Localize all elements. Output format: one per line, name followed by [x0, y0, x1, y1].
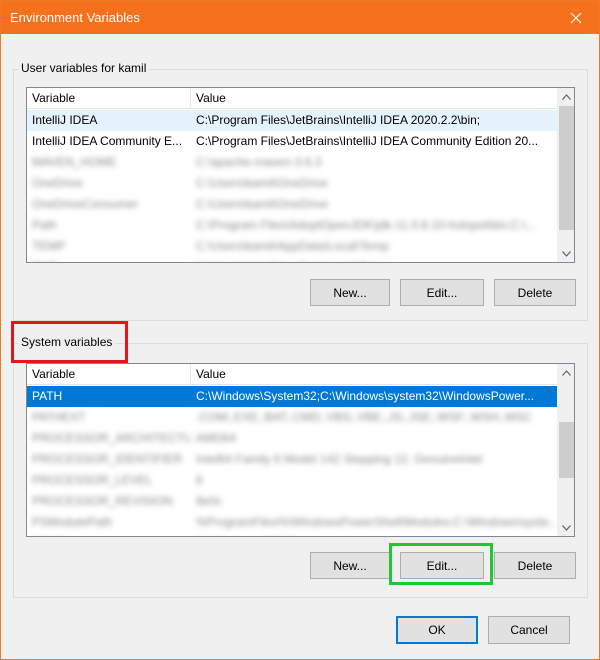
green-highlight-box	[389, 543, 493, 585]
system-new-button[interactable]: New...	[310, 552, 390, 579]
variable-value-cell: C:\Program Files\JetBrains\IntelliJ IDEA…	[196, 134, 539, 148]
system-list-scrollbar[interactable]	[557, 364, 574, 536]
variable-name-cell: IntelliJ IDEA	[32, 113, 98, 127]
environment-variables-dialog: Environment Variables User variables for…	[0, 0, 600, 660]
variable-value-cell: C:\Users\kamil\OneDrive	[196, 197, 329, 211]
table-row[interactable]: PROCESSOR_IDENTIFIER Intel64 Family 6 Mod…	[27, 449, 558, 470]
table-row[interactable]: PSModulePath %ProgramFiles%\WindowsPowerS…	[27, 512, 558, 533]
column-header-value[interactable]: Value	[191, 88, 561, 109]
table-row[interactable]: MAVEN_HOME C:\apache-maven-3.6.3	[27, 152, 558, 173]
variable-name-cell: PATHEXT	[32, 410, 86, 424]
scroll-up-button[interactable]	[558, 88, 574, 105]
scroll-thumb[interactable]	[559, 422, 574, 478]
user-new-button[interactable]: New...	[310, 279, 390, 306]
window-title: Environment Variables	[10, 10, 140, 25]
column-header-variable[interactable]: Variable	[27, 88, 191, 109]
table-row[interactable]: OneDrive C:\Users\kamil\OneDrive	[27, 173, 558, 194]
user-list-scrollbar[interactable]	[557, 88, 574, 262]
scroll-down-button[interactable]	[558, 519, 574, 536]
variable-name-cell: TMP	[27, 257, 191, 262]
variable-value-cell: 6	[196, 473, 203, 487]
table-row[interactable]: TEMP C:\Users\kamil\AppData\Local\Temp	[27, 236, 558, 257]
chevron-down-icon	[562, 250, 571, 257]
title-bar[interactable]: Environment Variables	[1, 1, 599, 34]
user-delete-button[interactable]: Delete	[494, 279, 576, 306]
variable-value-cell: C:\Users\kamil\OneDrive	[196, 176, 329, 190]
system-variables-list[interactable]: Variable Value PATH C:\Windows\System32;C…	[26, 363, 575, 537]
variable-name-cell: MAVEN_HOME	[32, 155, 117, 169]
variable-name-cell: Path	[32, 218, 57, 232]
variable-name-cell: PROCESSOR_ARCHITECTU...	[32, 431, 191, 445]
table-row[interactable]: TEMPC:\Windows\TEMP	[27, 533, 558, 536]
variable-value-cell: 8e0c	[196, 494, 223, 508]
variable-value-cell: AMD64	[196, 431, 237, 445]
table-row[interactable]: IntelliJ IDEA C:\Program Files\JetBrains\…	[27, 110, 558, 131]
variable-name-cell: OneDriveConsumer	[32, 197, 139, 211]
scroll-up-button[interactable]	[558, 364, 574, 381]
user-edit-button[interactable]: Edit...	[400, 279, 484, 306]
table-row[interactable]: Path C:\Program Files\AdoptOpenJDK\jdk-11…	[27, 215, 558, 236]
table-row[interactable]: OneDriveConsumer C:\Users\kamil\OneDrive	[27, 194, 558, 215]
chevron-up-icon	[562, 93, 571, 100]
scroll-down-button[interactable]	[558, 245, 574, 262]
list-header: Variable Value	[27, 88, 574, 109]
table-row[interactable]: TMPC:\Users\kamil\AppData\Local\Temp	[27, 257, 558, 262]
system-delete-button[interactable]: Delete	[494, 552, 576, 579]
close-icon	[570, 12, 582, 23]
ok-button[interactable]: OK	[396, 616, 478, 644]
variable-value-cell: C:\Windows\TEMP	[191, 533, 557, 536]
variable-name-cell: TEMP	[27, 533, 191, 536]
red-highlight-box	[11, 321, 128, 363]
column-header-variable[interactable]: Variable	[27, 364, 191, 385]
variable-name-cell: PROCESSOR_LEVEL	[32, 473, 153, 487]
variable-name-cell: TEMP	[32, 239, 66, 253]
table-row[interactable]: PROCESSOR_LEVEL 6	[27, 470, 558, 491]
chevron-up-icon	[562, 369, 571, 376]
variable-value-cell: %ProgramFiles%\WindowsPowerShell\Modules…	[196, 515, 557, 529]
column-header-value[interactable]: Value	[191, 364, 561, 385]
list-header: Variable Value	[27, 364, 574, 385]
table-row[interactable]: PROCESSOR_ARCHITECTU... AMD64	[27, 428, 558, 449]
variable-value-cell: C:\Users\kamil\AppData\Local\Temp	[191, 257, 557, 262]
user-variables-label: User variables for kamil	[18, 61, 150, 75]
variable-name-cell: PSModulePath	[32, 515, 113, 529]
variable-value-cell: C:\Users\kamil\AppData\Local\Temp	[196, 239, 389, 253]
variable-name-cell: OneDrive	[32, 176, 83, 190]
table-row[interactable]: PATH C:\Windows\System32;C:\Windows\syste…	[27, 386, 558, 407]
close-button[interactable]	[553, 1, 599, 34]
variable-name-cell: PROCESSOR_REVISION	[32, 494, 173, 508]
variable-name-cell: PROCESSOR_IDENTIFIER	[32, 452, 183, 466]
variable-value-cell: .COM;.EXE;.BAT;.CMD;.VBS;.VBE;.JS;.JSE;.…	[196, 410, 532, 424]
variable-value-cell: C:\Program Files\AdoptOpenJDK\jdk-11.0.8…	[196, 218, 536, 232]
variable-value-cell: Intel64 Family 6 Model 142 Stepping 12, …	[196, 452, 483, 466]
variable-name-cell: IntelliJ IDEA Community E...	[32, 134, 183, 148]
table-row[interactable]: PROCESSOR_REVISION 8e0c	[27, 491, 558, 512]
variable-value-cell: C:\Program Files\JetBrains\IntelliJ IDEA…	[196, 113, 481, 127]
scroll-thumb[interactable]	[559, 106, 574, 230]
variable-value-cell: C:\apache-maven-3.6.3	[196, 155, 322, 169]
table-row[interactable]: PATHEXT .COM;.EXE;.BAT;.CMD;.VBS;.VBE;.JS…	[27, 407, 558, 428]
variable-name-cell: PATH	[32, 389, 63, 403]
user-variables-list[interactable]: Variable Value IntelliJ IDEA C:\Program F…	[26, 87, 575, 263]
chevron-down-icon	[562, 524, 571, 531]
variable-value-cell: C:\Windows\System32;C:\Windows\system32\…	[196, 389, 535, 403]
cancel-button[interactable]: Cancel	[488, 616, 570, 644]
table-row[interactable]: IntelliJ IDEA Community E... C:\Program F…	[27, 131, 558, 152]
